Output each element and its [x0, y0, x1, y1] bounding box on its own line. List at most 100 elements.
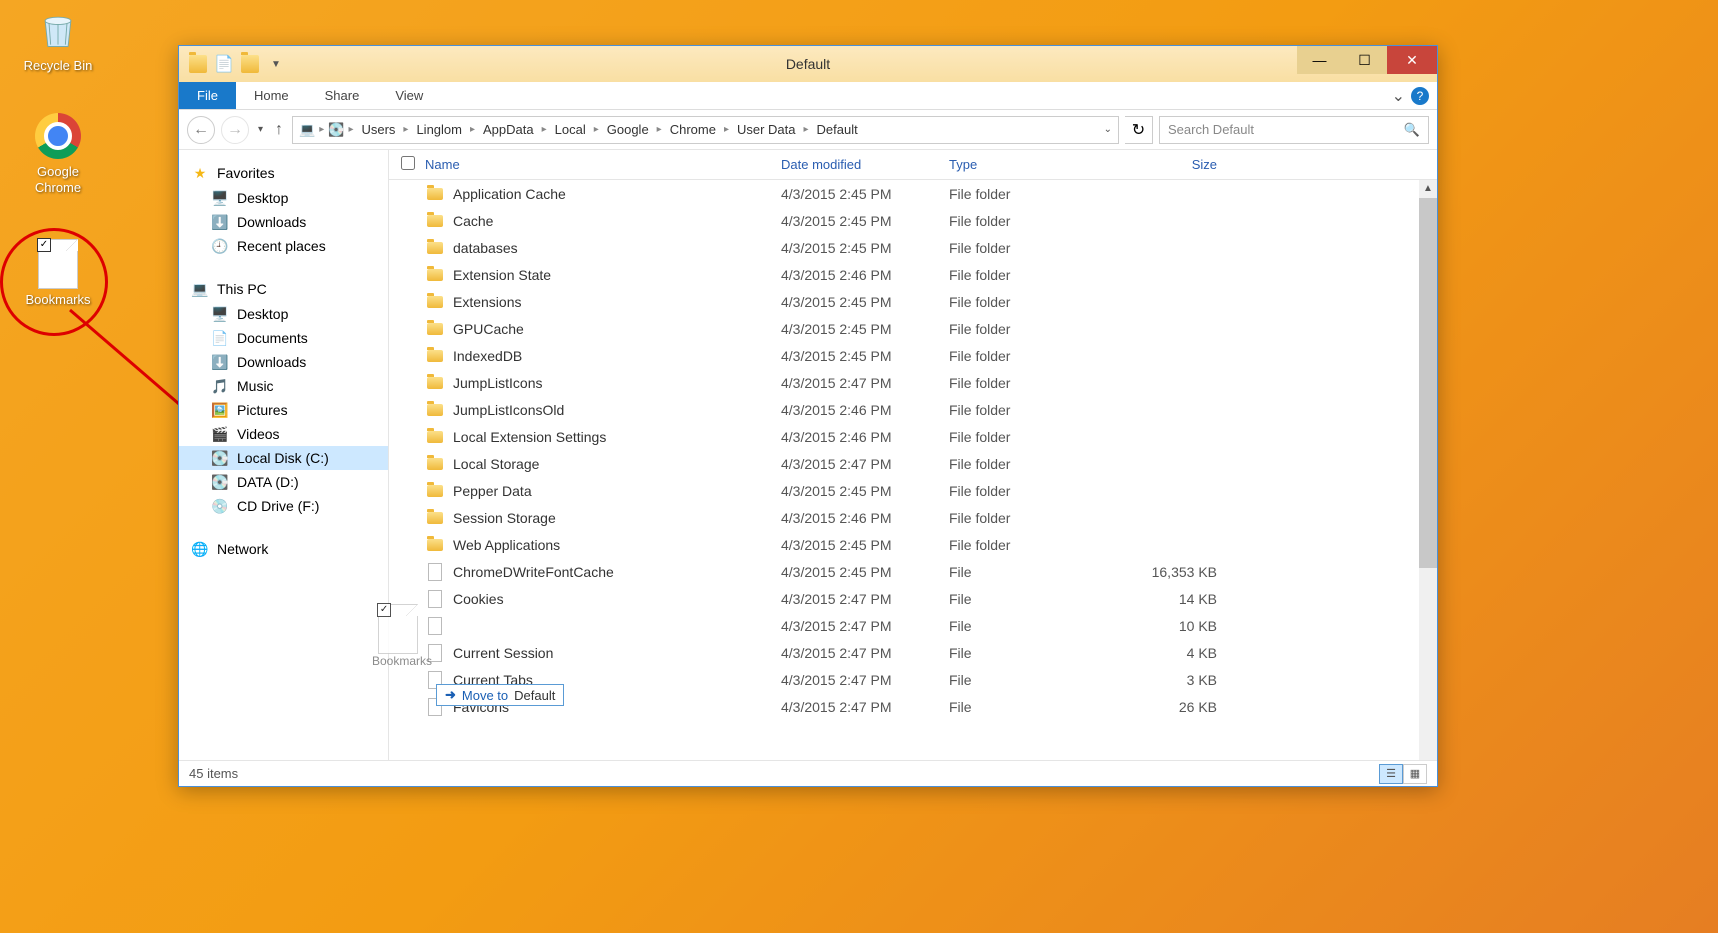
file-row[interactable]: Current Session4/3/2015 2:47 PMFile4 KB: [389, 639, 1437, 666]
file-list[interactable]: Application Cache4/3/2015 2:45 PMFile fo…: [389, 180, 1437, 760]
desktop-icon-bookmarks[interactable]: ✓ Bookmarks: [18, 240, 98, 308]
search-icon: 🔍: [1404, 122, 1420, 138]
breadcrumb-item[interactable]: Default: [813, 122, 862, 137]
breadcrumb-item[interactable]: User Data: [733, 122, 800, 137]
titlebar[interactable]: 📄 ▼ Default — ☐ ✕: [179, 46, 1437, 82]
properties-icon[interactable]: 📄: [215, 55, 233, 73]
column-header-date[interactable]: Date modified: [781, 157, 949, 172]
file-name: Session Storage: [453, 510, 781, 526]
nav-item-data-d[interactable]: 💽DATA (D:): [179, 470, 388, 494]
help-icon[interactable]: ?: [1411, 87, 1429, 105]
file-row[interactable]: 4/3/2015 2:47 PMFile10 KB: [389, 612, 1437, 639]
scroll-thumb[interactable]: [1419, 198, 1437, 568]
column-header-name[interactable]: Name: [425, 157, 781, 172]
move-arrow-icon: ➜: [445, 687, 456, 703]
new-folder-icon[interactable]: [241, 55, 259, 73]
pc-icon[interactable]: 💻: [299, 122, 315, 138]
breadcrumb[interactable]: 💻▸ 💽▸ Users▸ Linglom▸ AppData▸ Local▸ Go…: [292, 116, 1119, 144]
breadcrumb-item[interactable]: Users: [357, 122, 399, 137]
nav-item-downloads[interactable]: ⬇️Downloads: [179, 350, 388, 374]
file-size: 14 KB: [1117, 591, 1237, 607]
up-button[interactable]: ↑: [272, 121, 286, 139]
file-row[interactable]: Extensions4/3/2015 2:45 PMFile folder: [389, 288, 1437, 315]
forward-button[interactable]: →: [221, 116, 249, 144]
file-type: File: [949, 591, 1117, 607]
breadcrumb-dropdown-icon[interactable]: ⌄: [1104, 124, 1112, 135]
nav-thispc[interactable]: 💻This PC: [179, 276, 388, 302]
file-icon: [425, 562, 445, 582]
file-row[interactable]: Cache4/3/2015 2:45 PMFile folder: [389, 207, 1437, 234]
ribbon-expand-icon[interactable]: ⌄: [1392, 86, 1405, 106]
tab-home[interactable]: Home: [236, 82, 307, 109]
recent-icon: 🕘: [211, 237, 229, 255]
tab-file[interactable]: File: [179, 82, 236, 109]
search-input[interactable]: Search Default 🔍: [1159, 116, 1429, 144]
disk-icon[interactable]: 💽: [328, 122, 344, 138]
drop-tooltip: ➜ Move to Default: [436, 684, 564, 706]
navigation-bar: ← → ▾ ↑ 💻▸ 💽▸ Users▸ Linglom▸ AppData▸ L…: [179, 110, 1437, 150]
refresh-button[interactable]: ↻: [1125, 116, 1153, 144]
qat-dropdown-icon[interactable]: ▼: [267, 55, 285, 73]
tab-share[interactable]: Share: [307, 82, 378, 109]
column-header-type[interactable]: Type: [949, 157, 1117, 172]
file-date: 4/3/2015 2:45 PM: [781, 213, 949, 229]
nav-item-localdisk-c[interactable]: 💽Local Disk (C:): [179, 446, 388, 470]
breadcrumb-item[interactable]: Linglom: [412, 122, 466, 137]
nav-item-pictures[interactable]: 🖼️Pictures: [179, 398, 388, 422]
file-explorer-window: 📄 ▼ Default — ☐ ✕ File Home Share View ⌄…: [178, 45, 1438, 787]
breadcrumb-item[interactable]: AppData: [479, 122, 538, 137]
breadcrumb-item[interactable]: Google: [603, 122, 653, 137]
nav-item-documents[interactable]: 📄Documents: [179, 326, 388, 350]
nav-item-recent[interactable]: 🕘Recent places: [179, 234, 388, 258]
nav-item-desktop[interactable]: 🖥️Desktop: [179, 302, 388, 326]
nav-item-desktop[interactable]: 🖥️Desktop: [179, 186, 388, 210]
file-row[interactable]: Application Cache4/3/2015 2:45 PMFile fo…: [389, 180, 1437, 207]
file-icon: [425, 643, 445, 663]
file-date: 4/3/2015 2:47 PM: [781, 618, 949, 634]
tab-view[interactable]: View: [377, 82, 441, 109]
column-header-size[interactable]: Size: [1117, 157, 1237, 172]
folder-icon[interactable]: [189, 55, 207, 73]
view-icons-button[interactable]: ▦: [1403, 764, 1427, 784]
breadcrumb-item[interactable]: Chrome: [666, 122, 720, 137]
file-row[interactable]: Web Applications4/3/2015 2:45 PMFile fol…: [389, 531, 1437, 558]
file-row[interactable]: Session Storage4/3/2015 2:46 PMFile fold…: [389, 504, 1437, 531]
close-button[interactable]: ✕: [1387, 46, 1437, 74]
file-date: 4/3/2015 2:47 PM: [781, 672, 949, 688]
nav-item-music[interactable]: 🎵Music: [179, 374, 388, 398]
nav-item-cddrive-f[interactable]: 💿CD Drive (F:): [179, 494, 388, 518]
file-icon: [425, 589, 445, 609]
desktop-icon-chrome[interactable]: Google Chrome: [18, 112, 98, 195]
drop-tooltip-action: Move to: [462, 688, 508, 703]
scrollbar[interactable]: ▲: [1419, 180, 1437, 760]
file-row[interactable]: Local Extension Settings4/3/2015 2:46 PM…: [389, 423, 1437, 450]
file-date: 4/3/2015 2:45 PM: [781, 537, 949, 553]
desktop-icon-recycle-bin[interactable]: Recycle Bin: [18, 6, 98, 74]
minimize-button[interactable]: —: [1297, 46, 1342, 74]
maximize-button[interactable]: ☐: [1342, 46, 1387, 74]
file-row[interactable]: IndexedDB4/3/2015 2:45 PMFile folder: [389, 342, 1437, 369]
nav-favorites[interactable]: ★Favorites: [179, 160, 388, 186]
nav-network[interactable]: 🌐Network: [179, 536, 388, 562]
back-button[interactable]: ←: [187, 116, 215, 144]
file-icon: ✓: [34, 240, 82, 288]
file-row[interactable]: databases4/3/2015 2:45 PMFile folder: [389, 234, 1437, 261]
file-row[interactable]: GPUCache4/3/2015 2:45 PMFile folder: [389, 315, 1437, 342]
file-row[interactable]: Cookies4/3/2015 2:47 PMFile14 KB: [389, 585, 1437, 612]
navigation-pane[interactable]: ★Favorites 🖥️Desktop ⬇️Downloads 🕘Recent…: [179, 150, 389, 760]
file-row[interactable]: JumpListIcons4/3/2015 2:47 PMFile folder: [389, 369, 1437, 396]
file-row[interactable]: ChromeDWriteFontCache4/3/2015 2:45 PMFil…: [389, 558, 1437, 585]
scroll-up-icon[interactable]: ▲: [1419, 180, 1437, 198]
file-row[interactable]: Extension State4/3/2015 2:46 PMFile fold…: [389, 261, 1437, 288]
breadcrumb-item[interactable]: Local: [551, 122, 590, 137]
file-row[interactable]: JumpListIconsOld4/3/2015 2:46 PMFile fol…: [389, 396, 1437, 423]
file-row[interactable]: Local Storage4/3/2015 2:47 PMFile folder: [389, 450, 1437, 477]
history-dropdown-icon[interactable]: ▾: [255, 124, 266, 135]
file-row[interactable]: Pepper Data4/3/2015 2:45 PMFile folder: [389, 477, 1437, 504]
nav-item-videos[interactable]: 🎬Videos: [179, 422, 388, 446]
select-all-checkbox[interactable]: [401, 156, 415, 170]
nav-item-downloads[interactable]: ⬇️Downloads: [179, 210, 388, 234]
view-details-button[interactable]: ☰: [1379, 764, 1403, 784]
downloads-icon: ⬇️: [211, 213, 229, 231]
folder-icon: [425, 184, 445, 204]
